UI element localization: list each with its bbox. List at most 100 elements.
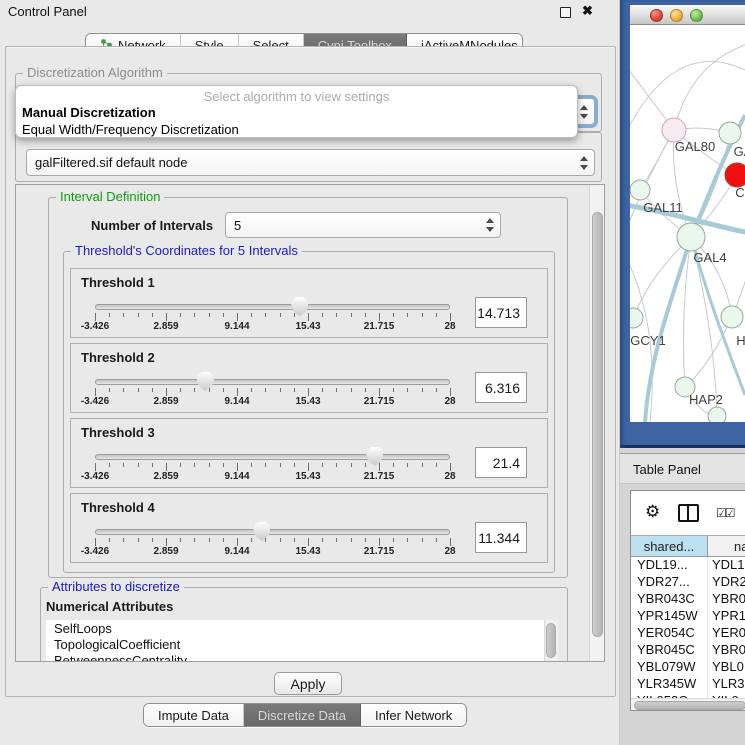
threshold-slider[interactable] xyxy=(95,379,450,385)
tick-mark xyxy=(379,388,380,396)
tick-mark xyxy=(450,463,451,471)
tick-mark xyxy=(351,313,352,317)
dropdown-option-equal-width[interactable]: Equal Width/Frequency Discretization xyxy=(16,121,577,138)
number-of-intervals-combobox[interactable]: 5 xyxy=(225,212,501,238)
tick-mark xyxy=(336,313,337,317)
apply-button[interactable]: Apply xyxy=(274,672,342,695)
thresholds-group-title: Threshold's Coordinates for 5 Intervals xyxy=(71,243,302,258)
tick-label: 15.43 xyxy=(295,546,320,557)
close-window-icon[interactable] xyxy=(650,9,663,22)
tick-mark xyxy=(265,388,266,392)
network-node-c[interactable] xyxy=(725,163,745,187)
network-node-gcy1[interactable] xyxy=(630,308,643,328)
column-header-shared-name[interactable]: shared... xyxy=(631,536,708,556)
gear-icon[interactable]: ⚙ xyxy=(645,503,660,520)
table-row[interactable]: YBR043CYBR0 xyxy=(631,591,745,608)
tick-label: 9.144 xyxy=(224,471,249,482)
tick-mark xyxy=(407,313,408,317)
network-window-titlebar[interactable] xyxy=(630,5,745,25)
attribute-list-item[interactable]: TopologicalCoefficient xyxy=(46,636,558,652)
tick-mark xyxy=(407,463,408,467)
table-horizontal-scrollbar[interactable] xyxy=(631,698,745,711)
slider-tick-labels: -3.4262.8599.14415.4321.71528 xyxy=(95,396,450,408)
tick-mark xyxy=(123,538,124,542)
float-panel-icon[interactable] xyxy=(560,7,571,18)
select-all-checkboxes-icon[interactable]: ☑☑ xyxy=(716,506,734,520)
network-node-gal4[interactable] xyxy=(677,223,705,251)
threshold-value-field[interactable]: 21.4 xyxy=(475,447,527,478)
attribute-list-item[interactable]: SelfLoops xyxy=(46,620,558,636)
threshold-value-field[interactable]: 6.316 xyxy=(475,372,527,403)
threshold-slider[interactable] xyxy=(95,529,450,535)
slider-tick-labels: -3.4262.8599.14415.4321.71528 xyxy=(95,321,450,333)
tick-mark xyxy=(180,388,181,392)
tick-mark xyxy=(152,463,153,467)
attribute-list-item[interactable]: BetweennessCentrality xyxy=(46,652,558,662)
table-row[interactable]: YLR345WYLR3 xyxy=(631,676,745,693)
tick-mark xyxy=(322,313,323,317)
table-row[interactable]: YBL079WYBL0 xyxy=(631,659,745,676)
columns-icon[interactable] xyxy=(678,504,699,522)
threshold-slider[interactable] xyxy=(95,454,450,460)
table-data-combobox[interactable]: galFiltered.sif default node xyxy=(26,149,595,176)
zoom-window-icon[interactable] xyxy=(690,9,703,22)
thresholds-group: Threshold's Coordinates for 5 Intervals … xyxy=(63,251,555,573)
tick-label: 2.859 xyxy=(153,471,178,482)
tick-mark xyxy=(294,463,295,467)
algorithm-dropdown-popup: Select algorithm to view settings Manual… xyxy=(15,85,578,138)
table-cell: YPR145W xyxy=(631,608,708,625)
tick-mark xyxy=(251,313,252,317)
tick-mark xyxy=(280,388,281,392)
network-node-gal11[interactable] xyxy=(630,180,650,200)
dropdown-option-manual[interactable]: Manual Discretization xyxy=(16,104,577,121)
numerical-attributes-label: Numerical Attributes xyxy=(46,599,173,614)
network-node-ga[interactable] xyxy=(719,122,741,144)
column-header-name[interactable]: na xyxy=(708,536,745,556)
tick-mark xyxy=(138,388,139,392)
close-panel-icon[interactable]: ✖ xyxy=(582,3,593,19)
tick-label: 2.859 xyxy=(153,396,178,407)
tick-mark xyxy=(152,388,153,392)
table-row[interactable]: YDL19...YDL1 xyxy=(631,557,745,574)
threshold-value-field[interactable]: 11.344 xyxy=(475,522,527,553)
scrollpane-scrollbar-thumb[interactable] xyxy=(592,212,603,637)
network-node[interactable] xyxy=(708,407,726,422)
tick-label: 15.43 xyxy=(295,396,320,407)
network-node-h[interactable] xyxy=(721,306,743,328)
tick-mark xyxy=(280,463,281,467)
tick-mark xyxy=(294,388,295,392)
network-window-frame: GAL80GACGAL11GAL4GCY1HHAP2 xyxy=(620,0,745,448)
tab-discretize-data[interactable]: Discretize Data xyxy=(244,704,361,726)
tab-impute-data[interactable]: Impute Data xyxy=(144,704,244,726)
combo-arrows-icon xyxy=(579,105,589,119)
tick-mark xyxy=(407,538,408,542)
threshold-slider[interactable] xyxy=(95,304,450,310)
tick-mark xyxy=(336,538,337,542)
table-row[interactable]: YDR27...YDR2 xyxy=(631,574,745,591)
tick-mark xyxy=(265,463,266,467)
network-canvas[interactable]: GAL80GACGAL11GAL4GCY1HHAP2 xyxy=(630,25,745,422)
table-row[interactable]: YER054CYER0 xyxy=(631,625,745,642)
attributes-list-scrollbar-thumb[interactable] xyxy=(546,623,556,658)
table-horizontal-scrollbar-thumb[interactable] xyxy=(634,701,745,710)
table-cell: YBL079W xyxy=(631,659,708,676)
tick-label: 2.859 xyxy=(153,546,178,557)
table-cell: YDR2 xyxy=(708,574,745,591)
numerical-attributes-list: SelfLoopsTopologicalCoefficientBetweenne… xyxy=(46,620,558,662)
tick-mark xyxy=(209,538,210,542)
threshold-panel: Threshold 1 -3.4262.8599.14415.4321.7152… xyxy=(70,268,548,338)
table-cell: YBR043C xyxy=(631,591,708,608)
tick-label: 15.43 xyxy=(295,321,320,332)
threshold-value-field[interactable]: 14.713 xyxy=(475,297,527,328)
threshold-label: Threshold 2 xyxy=(81,350,155,365)
minimize-window-icon[interactable] xyxy=(670,9,683,22)
tick-label: 28 xyxy=(444,471,455,482)
tick-mark xyxy=(379,313,380,321)
table-row[interactable]: YBR045CYBR0 xyxy=(631,642,745,659)
tick-label: 28 xyxy=(444,321,455,332)
tab-infer-network[interactable]: Infer Network xyxy=(361,704,466,726)
table-row[interactable]: YPR145WYPR1 xyxy=(631,608,745,625)
tick-mark xyxy=(251,538,252,542)
combo-arrows-icon xyxy=(485,218,495,232)
node-label: HAP2 xyxy=(689,392,723,407)
